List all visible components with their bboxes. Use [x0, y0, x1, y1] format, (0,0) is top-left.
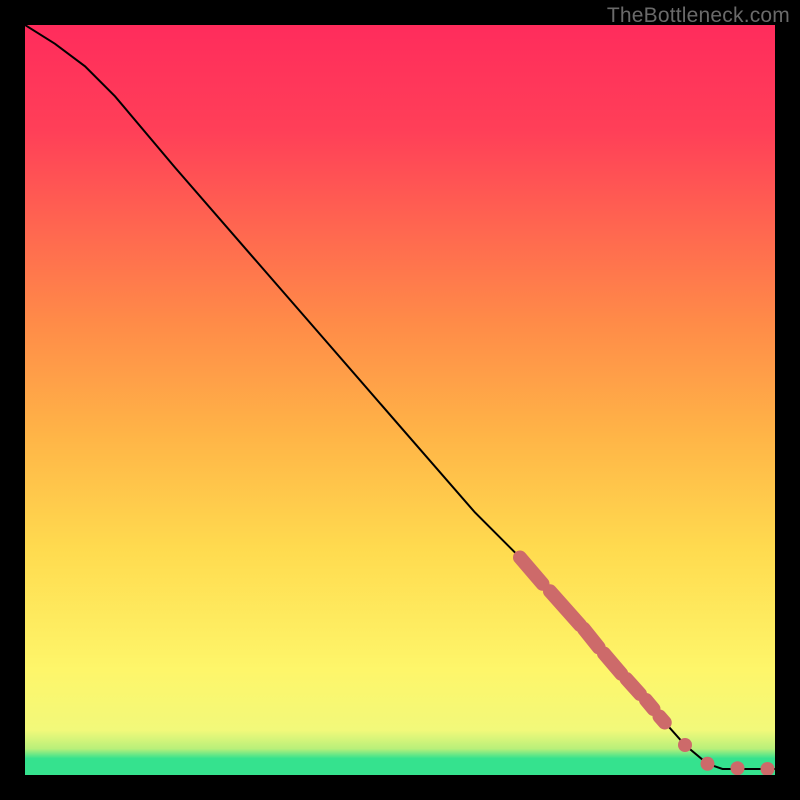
highlight-segment — [646, 700, 654, 709]
highlight-segment — [627, 679, 641, 694]
main-curve — [25, 25, 775, 769]
highlight-dot — [731, 761, 745, 775]
highlight-segment — [604, 654, 621, 674]
highlight-segment — [520, 558, 543, 584]
plot-area — [25, 25, 775, 775]
highlight-segment — [550, 591, 580, 625]
highlight-segment — [584, 629, 599, 648]
highlight-segment — [660, 717, 665, 723]
highlight-dot — [761, 762, 775, 775]
highlight-dot — [701, 757, 715, 771]
chart-stage: TheBottleneck.com — [0, 0, 800, 800]
highlight-segments — [520, 558, 665, 723]
chart-svg — [25, 25, 775, 775]
highlight-dot — [678, 738, 692, 752]
